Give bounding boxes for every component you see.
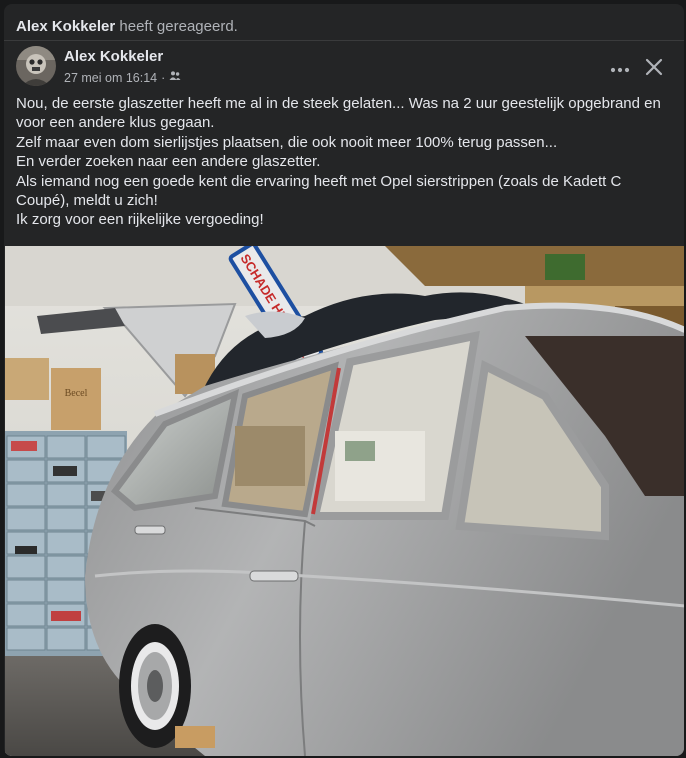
more-options-icon: [610, 60, 630, 78]
post-text-line: Als iemand nog een goede kent die ervari…: [16, 172, 622, 190]
post-text-line: Zelf maar even dom sierlijstjes plaatsen…: [16, 133, 558, 151]
post-photo[interactable]: SCHADE HERSTEL Becel: [5, 246, 684, 756]
close-icon: [645, 58, 663, 81]
divider: [4, 40, 684, 41]
post-card: Alex Kokkeler heeft gereageerd. Alex Kok…: [4, 4, 684, 756]
more-options-button[interactable]: [602, 51, 638, 87]
friends-icon[interactable]: [169, 70, 181, 85]
post-body: Nou, de eerste glaszetter heeft me al in…: [16, 94, 676, 230]
reaction-notice: Alex Kokkeler heeft gereageerd.: [16, 18, 238, 35]
post-text-line: Coupé), meldt u zich!: [16, 192, 158, 210]
svg-text:Becel: Becel: [65, 388, 88, 399]
post-text-line: voor een andere klus gegaan.: [16, 114, 215, 132]
post-timestamp[interactable]: 27 mei om 16:14: [64, 71, 157, 85]
post-text-line: Ik zorg voor een rijkelijke vergoeding!: [16, 211, 264, 229]
avatar[interactable]: [16, 46, 56, 86]
post-text-line: Nou, de eerste glaszetter heeft me al in…: [16, 95, 661, 112]
reaction-actor[interactable]: Alex Kokkeler: [16, 18, 115, 35]
post-text-line: En verder zoeken naar een andere glaszet…: [16, 153, 321, 171]
post-meta: 27 mei om 16:14 ·: [64, 70, 181, 85]
post-author[interactable]: Alex Kokkeler: [64, 48, 163, 65]
close-button[interactable]: [636, 51, 672, 87]
reaction-action: heeft gereageerd.: [119, 18, 238, 35]
